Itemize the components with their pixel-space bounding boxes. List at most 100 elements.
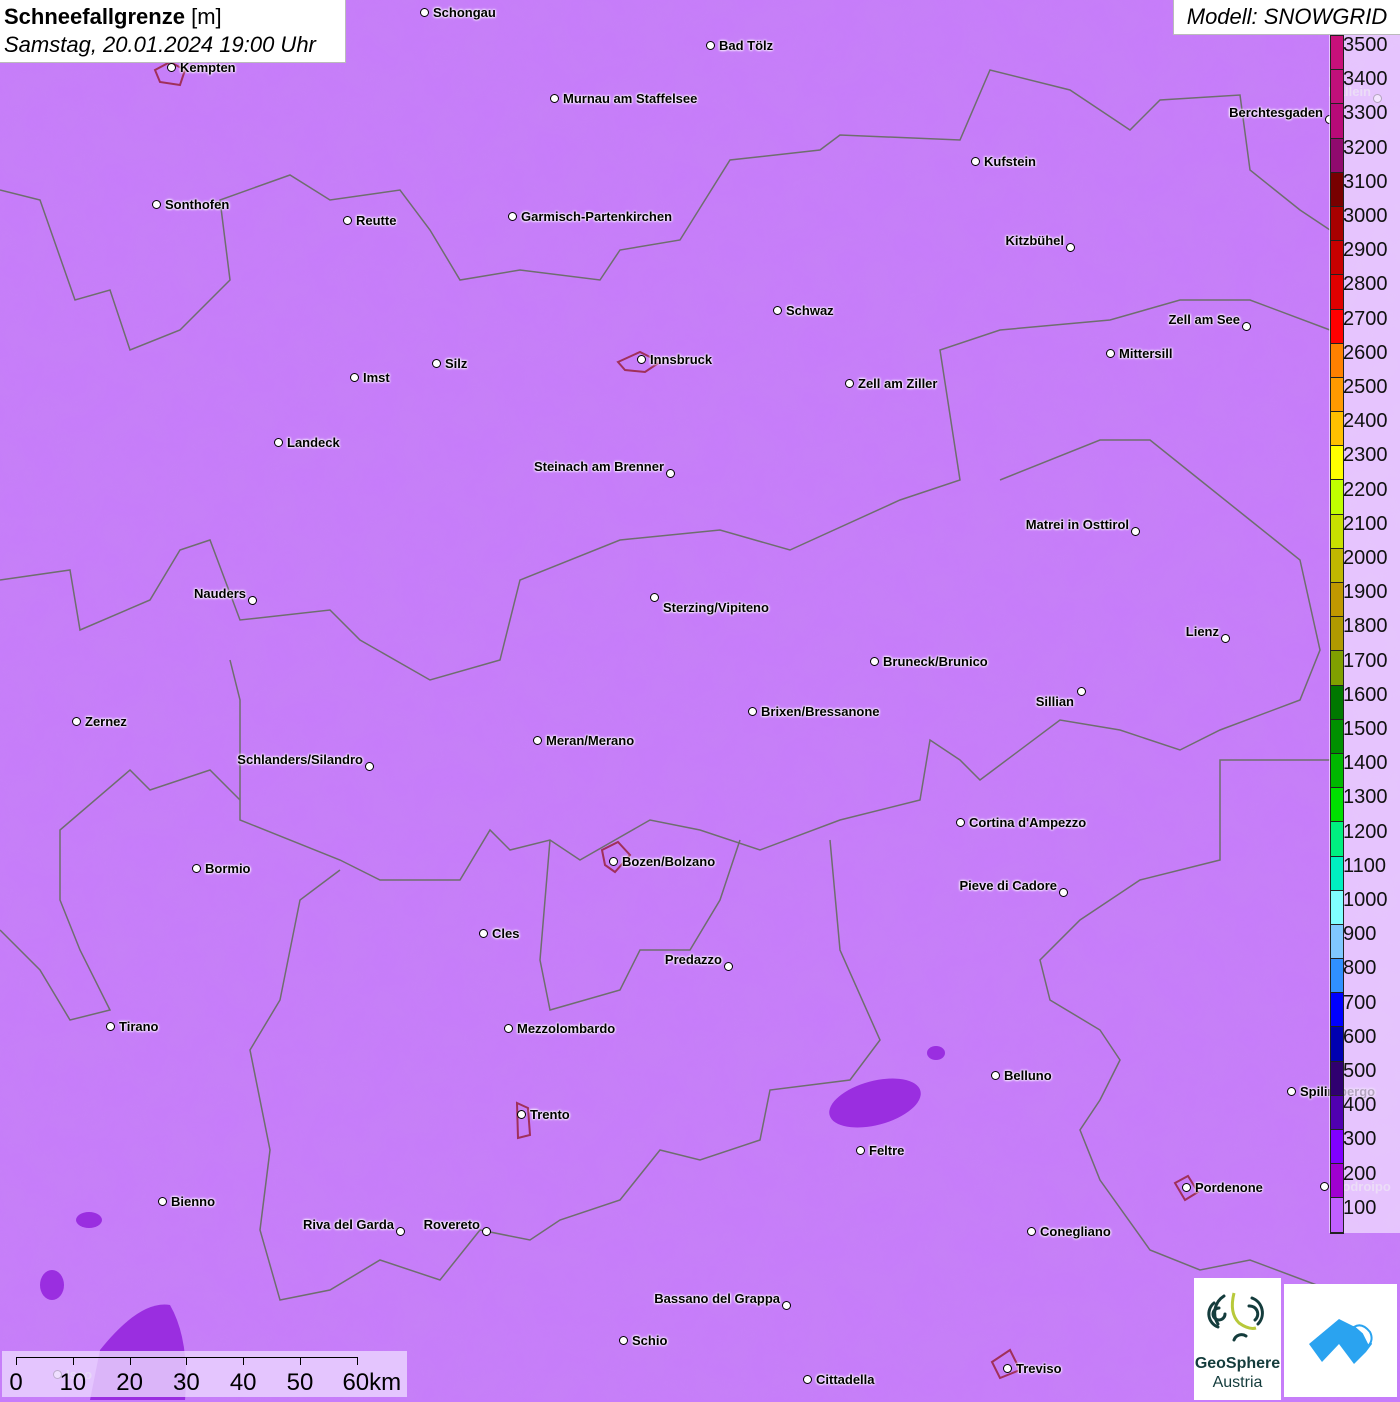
- color-legend: 3500 3400 3300 3200 3100 3000 2900 2800 2700 2600…: [1329, 35, 1400, 1234]
- city-marker: [803, 1375, 812, 1384]
- city-label: Trento: [530, 1107, 570, 1122]
- scale-label: 0: [9, 1369, 23, 1396]
- legend-band: [1331, 104, 1343, 139]
- city-label: Brixen/Bressanone: [761, 704, 880, 719]
- legend-label: 1700: [1343, 649, 1388, 672]
- city-label: Sillian: [1035, 694, 1074, 709]
- legend-label: 1800: [1343, 615, 1388, 638]
- city-label: Nauders: [193, 586, 246, 601]
- legend-band: [1331, 651, 1343, 686]
- legend-label: 2200: [1343, 478, 1388, 501]
- city-label: Pieve di Cadore: [959, 878, 1057, 893]
- city-marker: [1066, 243, 1075, 252]
- legend-label: 2500: [1343, 376, 1388, 398]
- snow-mountain-logo[interactable]: [1284, 1284, 1397, 1397]
- legend-band: [1331, 241, 1343, 276]
- city-marker: [1106, 349, 1115, 358]
- city-label: Sonthofen: [165, 197, 230, 212]
- legend-band: [1331, 172, 1343, 207]
- map-title: Schneefallgrenze: [4, 4, 185, 29]
- legend-label: 2100: [1343, 512, 1388, 535]
- city-label: Predazzo: [664, 952, 722, 967]
- map-unit: [m]: [191, 4, 222, 29]
- city-label: Cles: [492, 926, 520, 941]
- city-marker: [706, 41, 715, 50]
- legend-band: [1331, 685, 1343, 720]
- scale-label: 40: [229, 1369, 257, 1396]
- legend-band: [1331, 788, 1343, 823]
- legend-band: [1331, 856, 1343, 891]
- city-marker: [72, 717, 81, 726]
- city-marker: [167, 63, 176, 72]
- legend-band: [1331, 206, 1343, 242]
- legend-band: [1331, 36, 1343, 71]
- city-label: Innsbruck: [650, 352, 713, 367]
- legend-band: [1331, 548, 1343, 583]
- city-label: Landeck: [287, 435, 340, 450]
- city-marker: [365, 762, 374, 771]
- city-label: Matrei in Osttirol: [1025, 517, 1129, 532]
- legend-label: 1500: [1343, 718, 1388, 740]
- legend-band: [1331, 138, 1343, 173]
- legend-band: [1331, 514, 1343, 549]
- city-marker: [192, 864, 201, 873]
- city-label: Schongau: [433, 5, 496, 20]
- city-label: Conegliano: [1040, 1224, 1111, 1239]
- scale-tick: [186, 1357, 188, 1365]
- scale-label: 60km: [342, 1369, 402, 1396]
- city-marker: [158, 1197, 167, 1206]
- city-label: Murnau am Staffelsee: [563, 91, 698, 106]
- legend-label: 200: [1343, 1162, 1377, 1185]
- legend-label: 2400: [1343, 410, 1388, 433]
- city-marker: [517, 1110, 526, 1119]
- city-marker: [432, 359, 441, 368]
- city-marker: [106, 1022, 115, 1031]
- city-marker: [971, 157, 980, 166]
- legend-band: [1331, 1095, 1343, 1130]
- legend-band: [1331, 343, 1343, 378]
- city-marker: [248, 596, 257, 605]
- legend-label: 700: [1343, 991, 1377, 1014]
- city-label: Zell am See: [1168, 312, 1240, 327]
- city-label: Bormio: [205, 861, 251, 876]
- legend-label: 3100: [1343, 170, 1388, 193]
- legend-label: 1400: [1343, 752, 1388, 775]
- city-label: Cittadella: [816, 1372, 875, 1387]
- city-marker: [396, 1227, 405, 1236]
- city-label: Tirano: [119, 1019, 159, 1034]
- legend-band: [1331, 70, 1343, 105]
- mountain-logo-icon: [1309, 1319, 1373, 1364]
- city-marker: [956, 818, 965, 827]
- city-label: Schlanders/Silandro: [237, 752, 363, 767]
- geosphere-austria-logo[interactable]: GeoSphere Austria: [1194, 1278, 1281, 1400]
- legend-label: 3300: [1343, 102, 1388, 125]
- legend-label: 2700: [1343, 307, 1388, 330]
- city-marker: [479, 929, 488, 938]
- legend-band: [1331, 446, 1343, 481]
- legend-band: [1331, 377, 1343, 413]
- city-marker: [748, 707, 757, 716]
- city-marker: [637, 355, 646, 364]
- city-marker: [1182, 1183, 1191, 1192]
- legend-band: [1331, 617, 1343, 652]
- legend-label: 300: [1343, 1128, 1377, 1151]
- legend-band: [1331, 753, 1343, 789]
- geosphere-country: Austria: [1212, 1374, 1263, 1391]
- legend-label: 600: [1343, 1025, 1377, 1048]
- city-marker: [1242, 322, 1251, 331]
- model-label: Modell: SNOWGRID: [1173, 0, 1400, 35]
- title-box: Schneefallgrenze [m] Samstag, 20.01.2024…: [0, 0, 346, 63]
- city-label: Kitzbühel: [1005, 233, 1065, 248]
- legend-label: 900: [1343, 923, 1377, 946]
- legend-band: [1331, 1061, 1343, 1096]
- legend-band: [1331, 309, 1343, 344]
- city-marker: [550, 94, 559, 103]
- city-label: Cortina d'Ampezzo: [969, 815, 1087, 830]
- city-marker: [508, 212, 517, 221]
- legend-label: 800: [1343, 957, 1377, 980]
- city-label: Schwaz: [786, 303, 834, 318]
- scale-tick: [243, 1357, 245, 1365]
- legend-band: [1331, 412, 1343, 447]
- city-marker: [1131, 527, 1140, 536]
- legend-label: 1000: [1343, 889, 1388, 911]
